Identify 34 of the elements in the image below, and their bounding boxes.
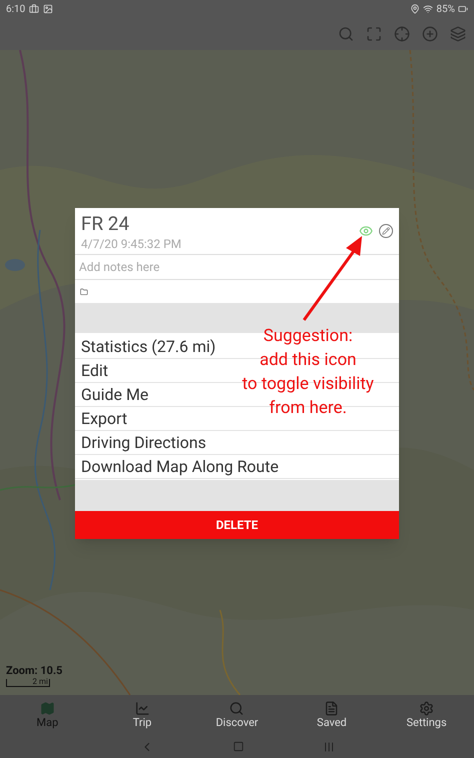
zoom-level: Zoom: 10.5: [6, 662, 62, 678]
add-icon[interactable]: [422, 26, 438, 42]
nav-tab[interactable]: Discover: [196, 700, 277, 730]
action-item[interactable]: Download Map Along Route: [75, 455, 399, 479]
gear-icon: [419, 700, 434, 716]
scale-bar: 2 mi: [6, 679, 50, 687]
edit-icon[interactable]: [379, 224, 393, 238]
recents-icon[interactable]: [322, 740, 334, 752]
fullscreen-icon[interactable]: [366, 26, 382, 42]
location-icon: [410, 4, 420, 14]
crosshair-icon[interactable]: [394, 26, 410, 42]
battery-percent: 85%: [436, 2, 455, 16]
map-icon: [40, 700, 55, 716]
delete-button[interactable]: DELETE: [75, 511, 399, 539]
document-icon: [324, 700, 340, 716]
track-date: 4/7/20 9:45:32 PM: [81, 236, 182, 252]
battery-icon: [458, 4, 468, 14]
nav-tab[interactable]: Saved: [292, 700, 372, 730]
status-time: 6:10: [6, 2, 26, 16]
search-icon[interactable]: [338, 26, 354, 42]
nav-tab[interactable]: Settings: [386, 700, 467, 730]
layers-icon[interactable]: [450, 26, 466, 42]
action-item[interactable]: Driving Directions: [75, 431, 399, 455]
nav-tab[interactable]: Trip: [102, 700, 182, 730]
notes-field[interactable]: Add notes here: [75, 255, 399, 280]
chart-icon: [134, 700, 150, 716]
home-icon[interactable]: [232, 741, 244, 752]
image-icon: [43, 4, 54, 14]
wifi-icon: [423, 4, 434, 14]
search-icon: [229, 700, 244, 716]
folder-icon[interactable]: [80, 288, 88, 296]
briefcase-icon: [29, 4, 40, 14]
track-title: FR 24: [81, 212, 130, 236]
eye-icon[interactable]: [359, 224, 373, 238]
